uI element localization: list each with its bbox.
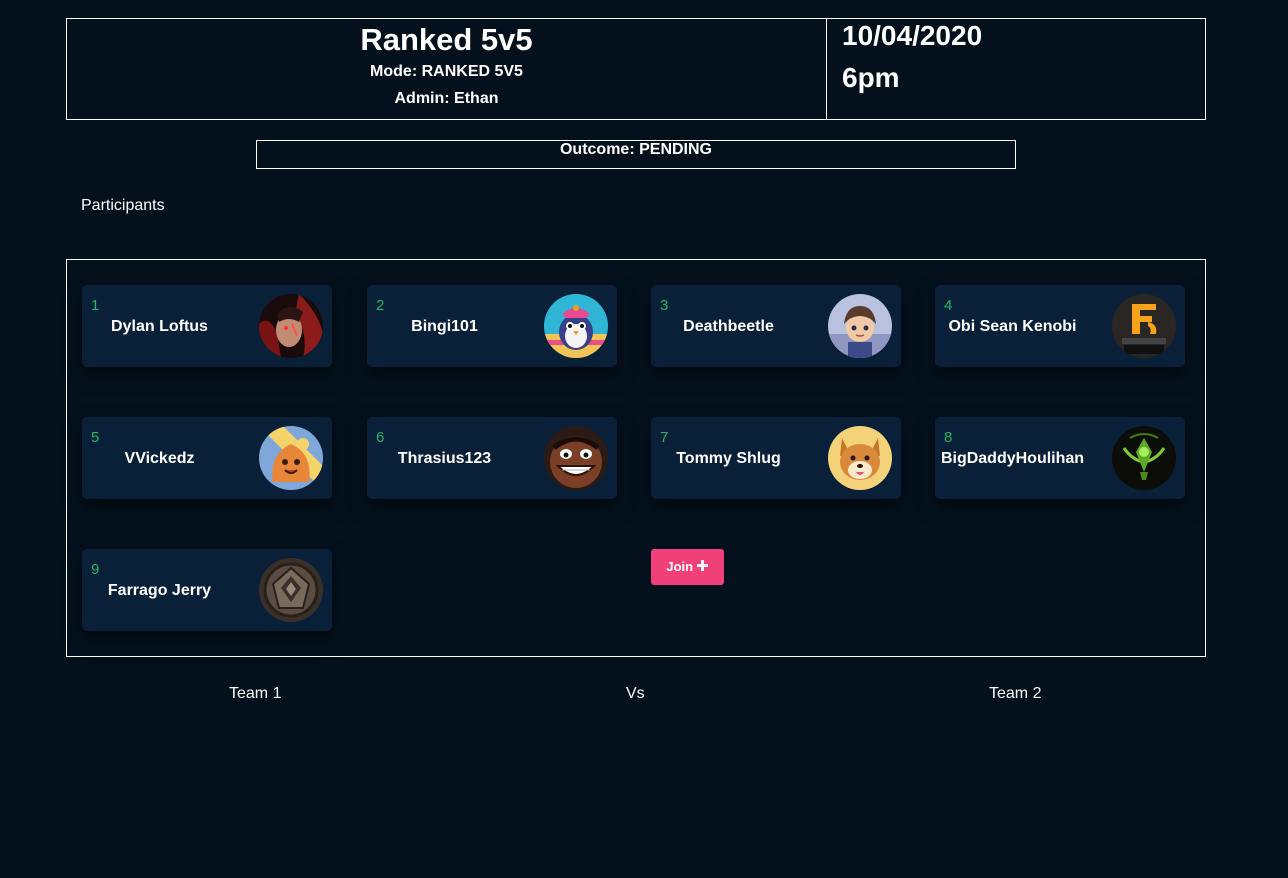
player-avatar	[259, 558, 323, 622]
player-name: BigDaddyHoulihan	[940, 450, 1085, 467]
join-button-label: Join	[666, 559, 694, 574]
match-title: Ranked 5v5	[360, 22, 533, 57]
player-avatar	[544, 426, 608, 490]
participants-panel: 1 Dylan Loftus 2 Bingi101 3 Deathbeetle …	[66, 259, 1206, 657]
player-name: Farrago Jerry	[107, 582, 212, 599]
match-mode: Mode: RANKED 5V5	[370, 63, 523, 80]
participants-heading: Participants	[81, 197, 165, 214]
player-avatar	[259, 426, 323, 490]
player-card[interactable]: 8 BigDaddyHoulihan	[935, 417, 1185, 499]
player-name: Deathbeetle	[683, 318, 774, 335]
player-number: 1	[91, 297, 100, 314]
plus-icon: ✚	[696, 558, 709, 575]
player-card[interactable]: 2 Bingi101	[367, 285, 617, 367]
player-card[interactable]: 1 Dylan Loftus	[82, 285, 332, 367]
player-name: VVickedz	[124, 450, 195, 467]
team-2-label: Team 2	[989, 685, 1042, 702]
player-card[interactable]: 4 Obi Sean Kenobi	[935, 285, 1185, 367]
player-name: Tommy Shlug	[676, 450, 781, 467]
player-avatar	[828, 294, 892, 358]
penguin-icon	[544, 294, 608, 358]
match-info: Ranked 5v5 Mode: RANKED 5V5 Admin: Ethan	[67, 19, 827, 119]
green-emblem-icon	[1112, 426, 1176, 490]
shiba-dog-icon	[828, 426, 892, 490]
player-card[interactable]: 5 VVickedz	[82, 417, 332, 499]
stone-crest-icon	[259, 558, 323, 622]
player-number: 6	[376, 429, 385, 446]
player-number: 5	[91, 429, 100, 446]
player-avatar	[544, 294, 608, 358]
player-number: 7	[660, 429, 669, 446]
team-1-label: Team 1	[229, 685, 282, 702]
player-avatar	[1112, 426, 1176, 490]
player-name: Thrasius123	[397, 450, 492, 467]
grinning-face-icon	[544, 426, 608, 490]
match-date: 10/04/2020	[842, 20, 983, 51]
player-card[interactable]: 7 Tommy Shlug	[651, 417, 901, 499]
chibi-champion-icon	[828, 294, 892, 358]
vs-label: Vs	[626, 685, 645, 702]
player-card[interactable]: 6 Thrasius123	[367, 417, 617, 499]
player-name: Obi Sean Kenobi	[948, 318, 1077, 335]
match-admin: Admin: Ethan	[394, 90, 499, 107]
player-number: 9	[91, 561, 100, 578]
champion-portrait-red-icon	[259, 294, 323, 358]
player-number: 2	[376, 297, 385, 314]
player-name: Dylan Loftus	[111, 318, 208, 335]
player-card[interactable]: 3 Deathbeetle	[651, 285, 901, 367]
outcome-status: Outcome: PENDING	[256, 140, 1016, 169]
player-number: 4	[944, 297, 953, 314]
match-header: Ranked 5v5 Mode: RANKED 5V5 Admin: Ethan…	[66, 18, 1206, 120]
join-button[interactable]: Join ✚	[651, 549, 724, 585]
player-number: 3	[660, 297, 669, 314]
player-avatar	[1112, 294, 1176, 358]
fnatic-2015-logo-icon	[1112, 294, 1176, 358]
player-number: 8	[944, 429, 953, 446]
match-time: 6pm	[842, 62, 900, 93]
match-schedule: 10/04/2020 6pm	[827, 19, 1205, 119]
poro-snack-icon	[259, 426, 323, 490]
player-name: Bingi101	[411, 318, 478, 335]
player-avatar	[828, 426, 892, 490]
player-avatar	[259, 294, 323, 358]
player-card[interactable]: 9 Farrago Jerry	[82, 549, 332, 631]
